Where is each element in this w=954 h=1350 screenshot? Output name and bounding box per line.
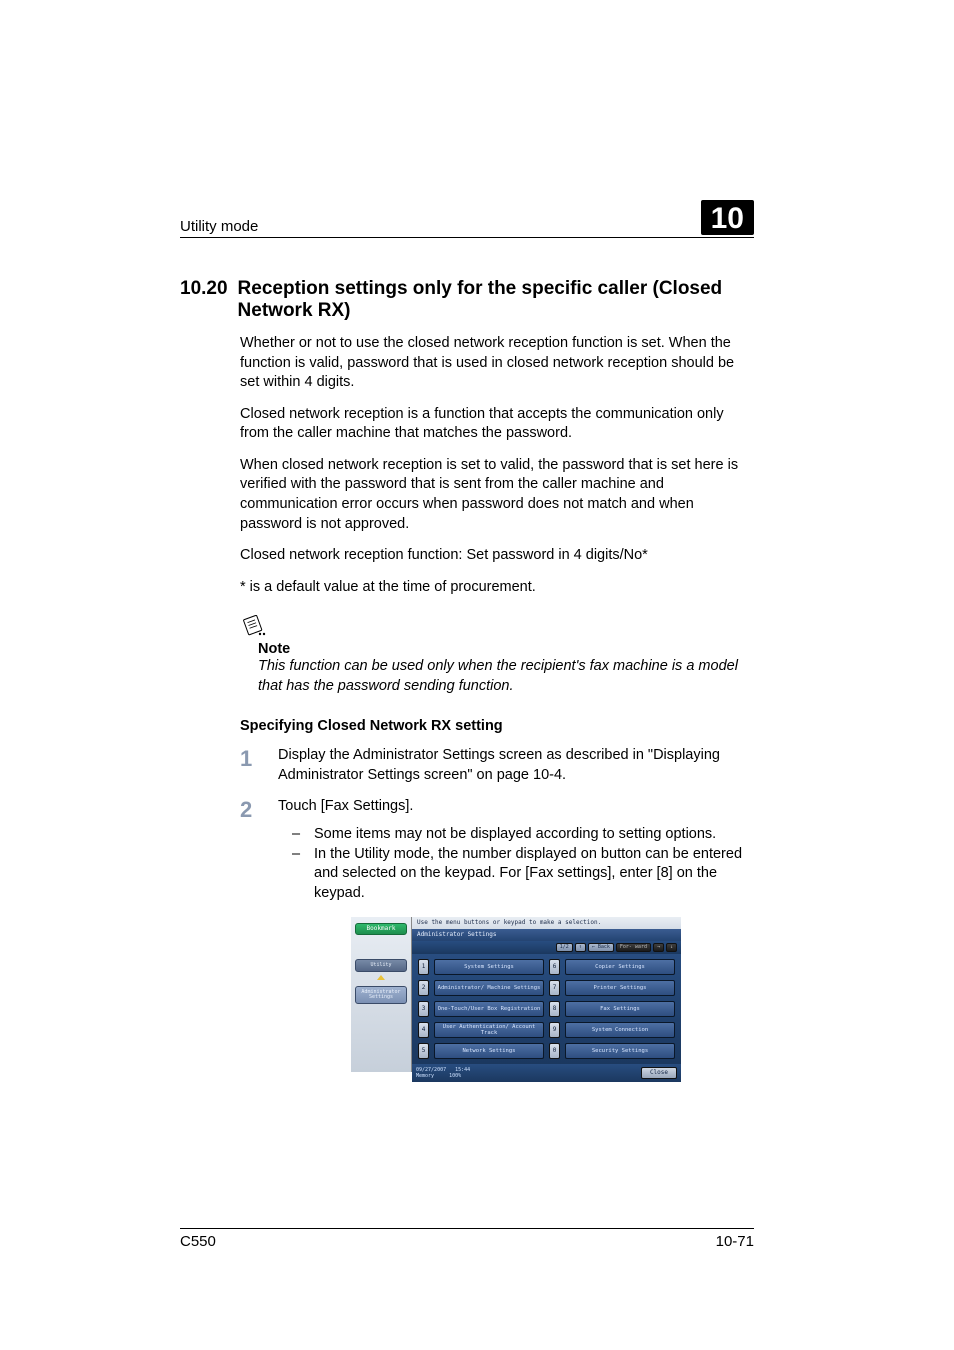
forward-button[interactable]: For- ward <box>616 943 651 952</box>
back-button[interactable]: ← Back <box>588 943 614 952</box>
footer-model: C550 <box>180 1233 216 1250</box>
step-subitem: – In the Utility mode, the number displa… <box>292 845 754 904</box>
menu-copier-settings[interactable]: Copier Settings <box>565 959 675 975</box>
screenshot-main: Use the menu buttons or keypad to make a… <box>411 917 681 1072</box>
step-number: 1 <box>240 746 260 785</box>
back-first-button[interactable]: ↑ <box>575 943 586 952</box>
step-text: Display the Administrator Settings scree… <box>278 746 754 785</box>
status-bar: 09/27/2007 15:44 Memory 100% Close <box>412 1064 681 1082</box>
sidebar-item-utility[interactable]: Utility <box>355 959 407 972</box>
menu-number[interactable]: 8 <box>549 1001 560 1017</box>
menu-grid: 1 System Settings 6 Copier Settings 2 Ad… <box>412 954 681 1064</box>
page-header: Utility mode 10 <box>180 200 754 238</box>
dash-bullet: – <box>292 825 304 845</box>
step-subtext: Some items may not be displayed accordin… <box>314 825 716 845</box>
paragraph: Whether or not to use the closed network… <box>240 334 754 393</box>
chevron-down-icon <box>377 975 385 980</box>
step-body: Touch [Fax Settings]. – Some items may n… <box>278 797 754 1072</box>
menu-number[interactable]: 5 <box>418 1043 429 1059</box>
document-page: Utility mode 10 10.20 Reception settings… <box>0 0 954 1350</box>
close-button[interactable]: Close <box>641 1067 677 1079</box>
menu-number[interactable]: 4 <box>418 1022 429 1038</box>
forward-arrow-button[interactable]: → <box>653 943 664 952</box>
step: 2 Touch [Fax Settings]. – Some items may… <box>240 797 754 1072</box>
sidebar-item-admin-settings[interactable]: Administrator Settings <box>355 986 407 1004</box>
note-block: Note This function can be used only when… <box>240 615 754 696</box>
menu-number[interactable]: 2 <box>418 980 429 996</box>
bookmark-button[interactable]: Bookmark <box>355 923 407 935</box>
note-icon <box>240 615 266 637</box>
note-heading: Note <box>258 641 754 657</box>
menu-system-settings[interactable]: System Settings <box>434 959 544 975</box>
screenshot-sidebar: Bookmark Utility Administrator Settings <box>351 917 411 1072</box>
step-sublist: – Some items may not be displayed accord… <box>278 825 754 903</box>
step: 1 Display the Administrator Settings scr… <box>240 746 754 785</box>
status-mem-value: 100% <box>449 1073 461 1079</box>
forward-last-button[interactable]: ↓ <box>666 943 677 952</box>
body-text-block: Whether or not to use the closed network… <box>240 334 754 597</box>
menu-onetouch-userbox[interactable]: One-Touch/User Box Registration <box>434 1001 544 1017</box>
status-mem-label: Memory <box>416 1073 434 1079</box>
menu-number[interactable]: 3 <box>418 1001 429 1017</box>
header-section-title: Utility mode <box>180 218 258 235</box>
menu-number[interactable]: 1 <box>418 959 429 975</box>
section-title-text: Reception settings only for the specific… <box>238 278 754 322</box>
step-number: 2 <box>240 797 260 1072</box>
dash-bullet: – <box>292 845 304 904</box>
device-screenshot: Bookmark Utility Administrator Settings … <box>351 917 681 1072</box>
menu-number[interactable]: 7 <box>549 980 560 996</box>
paragraph: When closed network reception is set to … <box>240 456 754 534</box>
step-text: Touch [Fax Settings]. <box>278 798 413 814</box>
page-indicator: 1/2 <box>556 943 573 952</box>
screen-title: Administrator Settings <box>412 929 681 941</box>
toolbar: 1/2 ↑ ← Back For- ward → ↓ <box>412 941 681 954</box>
instruction-bar: Use the menu buttons or keypad to make a… <box>412 917 681 929</box>
menu-system-connection[interactable]: System Connection <box>565 1022 675 1038</box>
page-footer: C550 10-71 <box>180 1228 754 1250</box>
menu-printer-settings[interactable]: Printer Settings <box>565 980 675 996</box>
note-icon-row <box>240 615 754 637</box>
menu-network-settings[interactable]: Network Settings <box>434 1043 544 1059</box>
paragraph: * is a default value at the time of proc… <box>240 578 754 598</box>
status-text: 09/27/2007 15:44 Memory 100% <box>416 1067 470 1079</box>
subheading: Specifying Closed Network RX setting <box>240 718 754 734</box>
menu-number[interactable]: 0 <box>549 1043 560 1059</box>
footer-page-number: 10-71 <box>716 1233 754 1250</box>
note-body: This function can be used only when the … <box>258 657 754 696</box>
menu-number[interactable]: 9 <box>549 1022 560 1038</box>
step-list: 1 Display the Administrator Settings scr… <box>240 746 754 1072</box>
menu-admin-machine[interactable]: Administrator/ Machine Settings <box>434 980 544 996</box>
step-subitem: – Some items may not be displayed accord… <box>292 825 754 845</box>
menu-number[interactable]: 6 <box>549 959 560 975</box>
paragraph: Closed network reception function: Set p… <box>240 546 754 566</box>
step-subtext: In the Utility mode, the number displaye… <box>314 845 754 904</box>
section-heading: 10.20 Reception settings only for the sp… <box>180 278 754 322</box>
menu-user-auth[interactable]: User Authentication/ Account Track <box>434 1022 544 1038</box>
section-number: 10.20 <box>180 278 228 322</box>
menu-fax-settings[interactable]: Fax Settings <box>565 1001 675 1017</box>
chapter-number-badge: 10 <box>701 200 754 235</box>
menu-security-settings[interactable]: Security Settings <box>565 1043 675 1059</box>
paragraph: Closed network reception is a function t… <box>240 405 754 444</box>
